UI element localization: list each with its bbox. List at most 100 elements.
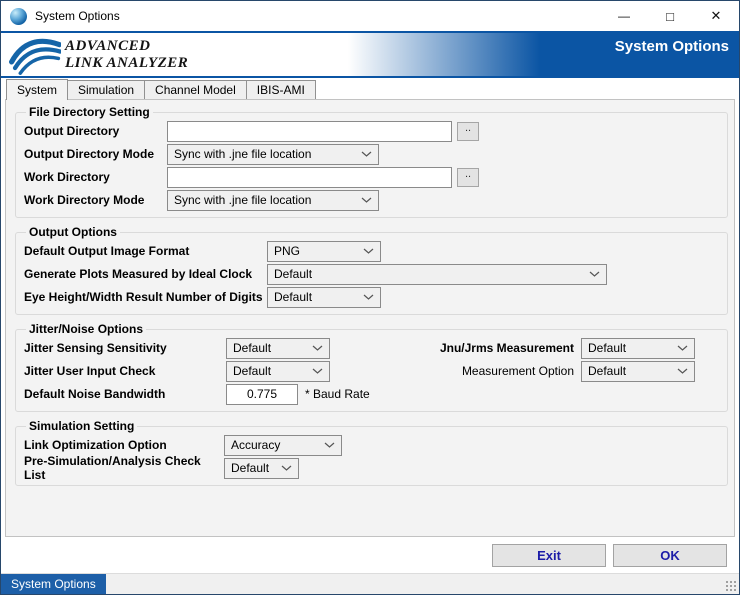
jitter-sensing-row: Jitter Sensing Sensitivity Default Jnu/J…	[24, 337, 719, 359]
selected-value: Sync with .jne file location	[174, 193, 311, 207]
group-title: File Directory Setting	[26, 105, 153, 119]
jitter-user-input-label: Jitter User Input Check	[24, 364, 226, 378]
simulation-setting-group: Simulation Setting Link Optimization Opt…	[15, 419, 728, 486]
selected-value: PNG	[274, 244, 300, 258]
jitter-noise-options-group: Jitter/Noise Options Jitter Sensing Sens…	[15, 322, 728, 412]
minimize-button[interactable]: —	[601, 1, 647, 31]
jitter-sensing-label: Jitter Sensing Sensitivity	[24, 341, 226, 355]
eye-digits-label: Eye Height/Width Result Number of Digits	[24, 290, 267, 304]
title-bar: System Options — □ ✕	[1, 1, 739, 31]
maximize-button[interactable]: □	[647, 1, 693, 31]
output-directory-row: Output Directory ..	[24, 120, 719, 142]
window-controls: — □ ✕	[601, 1, 739, 31]
chevron-down-icon	[670, 368, 694, 374]
file-directory-setting-group: File Directory Setting Output Directory …	[15, 105, 728, 218]
selected-value: Default	[233, 341, 271, 355]
selected-value: Accuracy	[231, 438, 280, 452]
jitter-user-input-select[interactable]: Default	[226, 361, 330, 382]
eye-digits-select[interactable]: Default	[267, 287, 381, 308]
tab-channel-model[interactable]: Channel Model	[144, 80, 247, 99]
logo-line2: LINK ANALYZER	[65, 55, 188, 71]
output-options-group: Output Options Default Output Image Form…	[15, 225, 728, 315]
jnu-jrms-label: Jnu/Jrms Measurement	[389, 341, 581, 355]
output-directory-mode-row: Output Directory Mode Sync with .jne fil…	[24, 143, 719, 165]
noise-bandwidth-input[interactable]	[226, 384, 298, 405]
selected-value: Default	[274, 267, 312, 281]
ideal-clock-plots-select[interactable]: Default	[267, 264, 607, 285]
output-directory-mode-select[interactable]: Sync with .jne file location	[167, 144, 379, 165]
footer: Exit OK	[1, 537, 739, 573]
chevron-down-icon	[305, 368, 329, 374]
image-format-row: Default Output Image Format PNG	[24, 240, 719, 262]
tab-simulation[interactable]: Simulation	[67, 80, 145, 99]
work-directory-mode-row: Work Directory Mode Sync with .jne file …	[24, 189, 719, 211]
work-directory-input[interactable]	[167, 167, 452, 188]
selected-value: Default	[588, 341, 626, 355]
system-tab-page: File Directory Setting Output Directory …	[5, 99, 735, 537]
jitter-sensing-select[interactable]: Default	[226, 338, 330, 359]
link-optimization-label: Link Optimization Option	[24, 438, 224, 452]
app-icon	[10, 8, 27, 25]
measurement-option-pair: Measurement Option Default	[389, 361, 695, 382]
output-directory-label: Output Directory	[24, 124, 167, 138]
image-format-label: Default Output Image Format	[24, 244, 267, 258]
exit-button[interactable]: Exit	[492, 544, 606, 567]
selected-value: Default	[233, 364, 271, 378]
status-bar: System Options	[1, 573, 739, 594]
output-directory-mode-label: Output Directory Mode	[24, 147, 167, 161]
status-label: System Options	[1, 574, 106, 594]
pre-sim-checklist-row: Pre-Simulation/Analysis Check List Defau…	[24, 457, 719, 479]
noise-bandwidth-row: Default Noise Bandwidth * Baud Rate	[24, 383, 719, 405]
link-optimization-select[interactable]: Accuracy	[224, 435, 342, 456]
group-title: Simulation Setting	[26, 419, 137, 433]
tab-system[interactable]: System	[6, 79, 68, 100]
tab-strip: System Simulation Channel Model IBIS-AMI	[1, 78, 739, 99]
jnu-jrms-select[interactable]: Default	[581, 338, 695, 359]
chevron-down-icon	[274, 465, 298, 471]
logo-line1: ADVANCED	[65, 38, 188, 54]
measurement-option-label: Measurement Option	[389, 364, 581, 378]
ideal-clock-plots-label: Generate Plots Measured by Ideal Clock	[24, 267, 267, 281]
chevron-down-icon	[354, 197, 378, 203]
close-button[interactable]: ✕	[693, 1, 739, 31]
banner-title: System Options	[615, 38, 729, 55]
jitter-user-input-row: Jitter User Input Check Default Measurem…	[24, 360, 719, 382]
resize-grip-icon[interactable]	[726, 581, 737, 592]
logo-swoosh-icon	[9, 34, 61, 76]
chevron-down-icon	[317, 442, 341, 448]
selected-value: Default	[588, 364, 626, 378]
pre-sim-checklist-select[interactable]: Default	[224, 458, 299, 479]
chevron-down-icon	[356, 294, 380, 300]
window-title: System Options	[35, 9, 120, 23]
advanced-link-analyzer-logo: ADVANCED LINK ANALYZER	[9, 34, 188, 76]
ideal-clock-plots-row: Generate Plots Measured by Ideal Clock D…	[24, 263, 719, 285]
selected-value: Sync with .jne file location	[174, 147, 311, 161]
output-directory-browse-button[interactable]: ..	[457, 122, 479, 141]
system-options-window: System Options — □ ✕ ADVANCED LINK ANALY…	[0, 0, 740, 595]
header-banner: ADVANCED LINK ANALYZER System Options	[1, 31, 739, 78]
selected-value: Default	[274, 290, 312, 304]
measurement-option-select[interactable]: Default	[581, 361, 695, 382]
group-title: Jitter/Noise Options	[26, 322, 146, 336]
chevron-down-icon	[354, 151, 378, 157]
logo-text: ADVANCED LINK ANALYZER	[65, 38, 188, 70]
chevron-down-icon	[356, 248, 380, 254]
ok-button[interactable]: OK	[613, 544, 727, 567]
tab-ibis-ami[interactable]: IBIS-AMI	[246, 80, 316, 99]
link-optimization-row: Link Optimization Option Accuracy	[24, 434, 719, 456]
pre-sim-checklist-label: Pre-Simulation/Analysis Check List	[24, 454, 224, 482]
image-format-select[interactable]: PNG	[267, 241, 381, 262]
noise-bandwidth-label: Default Noise Bandwidth	[24, 387, 226, 401]
work-directory-row: Work Directory ..	[24, 166, 719, 188]
work-directory-mode-label: Work Directory Mode	[24, 193, 167, 207]
jnu-jrms-pair: Jnu/Jrms Measurement Default	[389, 338, 695, 359]
group-title: Output Options	[26, 225, 120, 239]
chevron-down-icon	[582, 271, 606, 277]
chevron-down-icon	[670, 345, 694, 351]
eye-digits-row: Eye Height/Width Result Number of Digits…	[24, 286, 719, 308]
baud-rate-suffix: * Baud Rate	[305, 387, 370, 401]
work-directory-browse-button[interactable]: ..	[457, 168, 479, 187]
work-directory-mode-select[interactable]: Sync with .jne file location	[167, 190, 379, 211]
selected-value: Default	[231, 461, 269, 475]
output-directory-input[interactable]	[167, 121, 452, 142]
